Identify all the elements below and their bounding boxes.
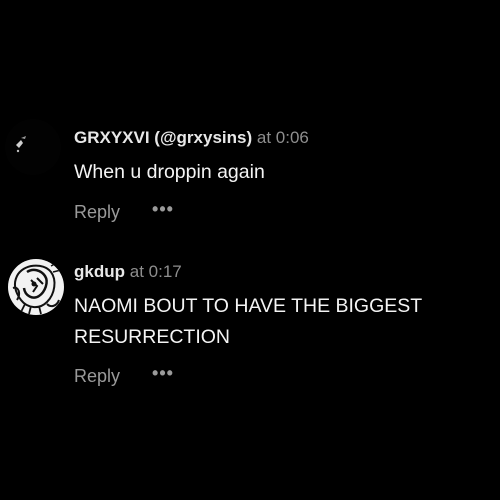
comment-timestamp[interactable]: at 0:17: [130, 262, 182, 281]
more-options-icon[interactable]: •••: [152, 364, 174, 382]
reply-button[interactable]: Reply: [74, 202, 120, 223]
comment-timestamp[interactable]: at 0:06: [257, 128, 309, 147]
user-avatar[interactable]: [7, 258, 65, 316]
comment-meta: gkdup at 0:17: [74, 262, 182, 282]
comment-username[interactable]: gkdup: [74, 262, 125, 281]
reply-button[interactable]: Reply: [74, 366, 120, 387]
comment-meta: GRXYXVI (@grxysins) at 0:06: [74, 128, 309, 148]
comment-actions: Reply •••: [74, 364, 174, 387]
comment-text: When u droppin again: [74, 161, 265, 183]
comment-text: NAOMI BOUT TO HAVE THE BIGGEST RESURRECT…: [74, 295, 422, 348]
comment-username[interactable]: GRXYXVI (@grxysins): [74, 128, 252, 147]
more-options-icon[interactable]: •••: [152, 200, 174, 218]
comment-actions: Reply •••: [74, 200, 174, 223]
abstract-dark-avatar-icon: [5, 119, 61, 175]
sketch-portrait-avatar-icon: [8, 259, 64, 315]
user-avatar[interactable]: [4, 118, 62, 176]
